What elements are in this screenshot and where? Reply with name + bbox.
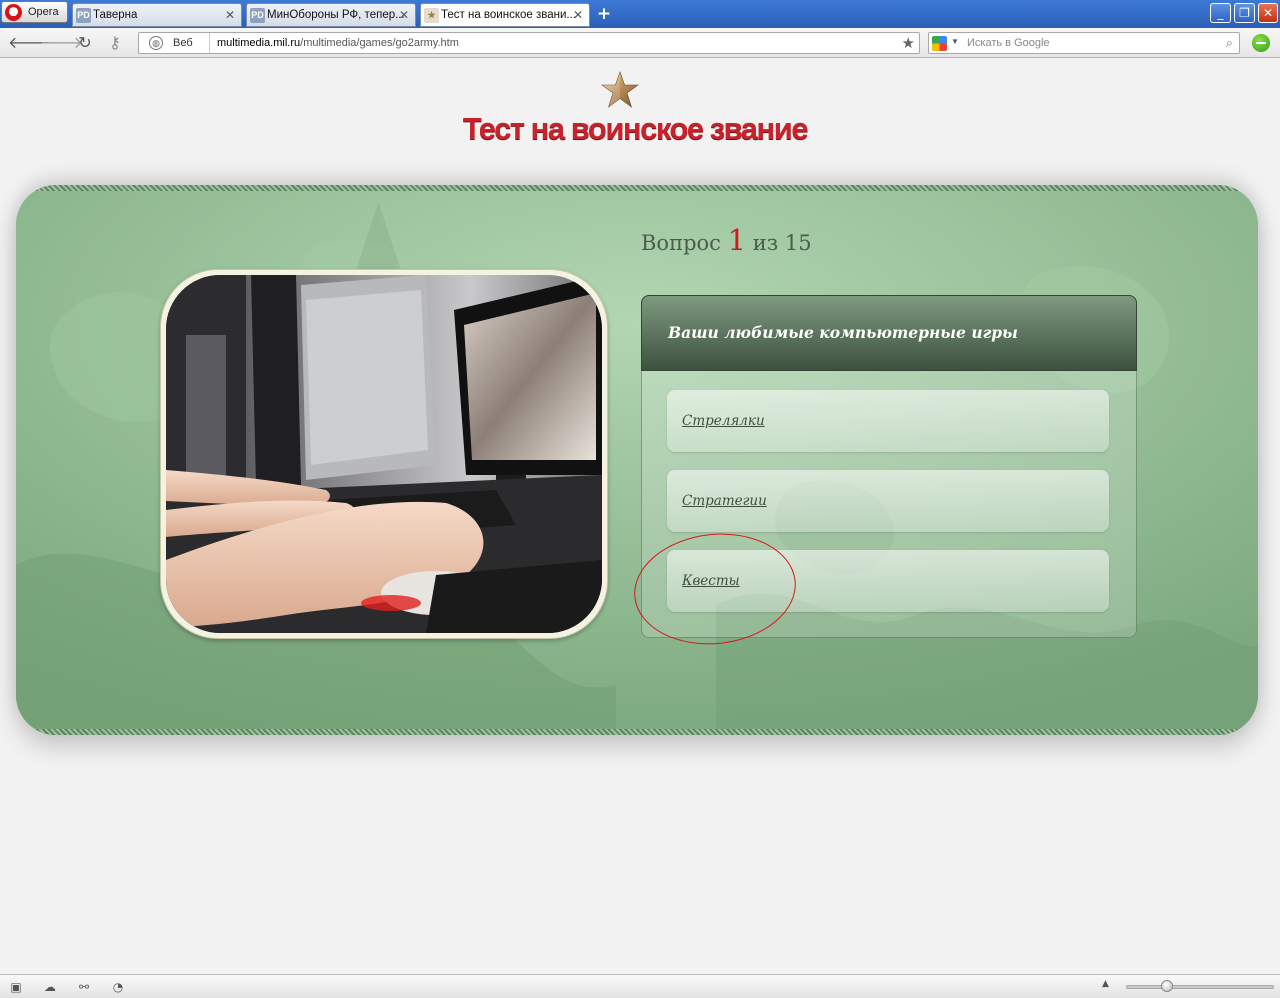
zoom-slider[interactable]	[1126, 985, 1274, 989]
military-star-logo-icon	[601, 71, 639, 108]
top-stripe	[36, 185, 1238, 191]
close-tab-icon[interactable]: ✕	[571, 8, 585, 22]
close-tab-icon[interactable]: ✕	[397, 8, 411, 22]
opera-logo-icon	[5, 4, 22, 21]
tab-label: МинОбороны РФ, тепер...	[267, 9, 405, 21]
answer-label[interactable]: Стрелялки	[682, 413, 765, 429]
question-counter: Вопрос 1 из 15	[641, 223, 812, 257]
url-host: multimedia.mil.ru	[217, 37, 301, 49]
answer-label[interactable]: Стратегии	[682, 493, 767, 509]
question-header: Ваши любимые компьютерные игры	[641, 295, 1137, 371]
question-current: 1	[727, 223, 747, 257]
maximize-button[interactable]: ❐	[1234, 3, 1255, 23]
bookmark-star-icon[interactable]: ★	[902, 34, 915, 52]
search-icon[interactable]: ⌕	[1226, 35, 1233, 51]
answer-option-shooters[interactable]: Стрелялки	[667, 390, 1109, 452]
status-bar: ▣ ☁ ⚯ ◔ ▲	[0, 974, 1280, 998]
navigation-bar: 🡐 🡒 ↻ ⚷ ◍ Веб multimedia.mil.ru/multimed…	[0, 28, 1280, 58]
tab-bar: Opera PD Таверна ✕ PD МинОбороны РФ, теп…	[0, 0, 1280, 28]
star-favicon-icon: ★	[424, 8, 439, 23]
quiz-panel: Вопрос 1 из 15 Ваши любимые компьютерные…	[16, 185, 1258, 735]
globe-icon: ◍	[149, 36, 163, 50]
wand-key-icon[interactable]: ⚷	[104, 33, 126, 53]
pd-favicon-icon: PD	[76, 8, 91, 23]
question-text: Ваши любимые компьютерные игры	[668, 323, 1018, 342]
address-bar[interactable]: ◍ Веб multimedia.mil.ru/multimedia/games…	[138, 32, 920, 54]
question-total: 15	[784, 231, 812, 255]
opera-link-icon[interactable]: ⚯	[76, 979, 92, 995]
url-text[interactable]: multimedia.mil.ru/multimedia/games/go2ar…	[217, 37, 459, 49]
back-arrow-icon[interactable]: 🡐	[8, 33, 51, 53]
bottom-stripe	[36, 729, 1238, 735]
tab-label: Таверна	[93, 9, 138, 21]
search-box[interactable]: ▼ Искать в Google ⌕	[928, 32, 1240, 54]
question-photo-frame	[160, 269, 608, 639]
tab-label: Тест на воинское звани...	[441, 9, 576, 21]
tab-rank-test[interactable]: ★ Тест на воинское звани... ✕	[420, 3, 590, 27]
opera-unite-cloud-icon[interactable]: ☁	[42, 979, 58, 995]
google-logo-icon	[932, 36, 947, 51]
extension-minus-icon[interactable]	[1252, 34, 1270, 52]
reload-icon[interactable]: ↻	[74, 33, 96, 53]
answer-label[interactable]: Квесты	[682, 573, 740, 589]
page-title: Тест на воинское звание	[462, 111, 809, 146]
gamers-photo	[166, 275, 602, 633]
minimize-button[interactable]: _	[1210, 3, 1231, 23]
answer-option-quests[interactable]: Квесты	[667, 550, 1109, 612]
zoom-slider-thumb[interactable]	[1161, 980, 1174, 992]
question-separator: из	[752, 231, 779, 255]
opera-menu-label: Opera	[28, 6, 59, 18]
answer-option-strategies[interactable]: Стратегии	[667, 470, 1109, 532]
address-separator	[209, 33, 210, 53]
address-mode-label: Веб	[173, 37, 193, 49]
page-content: Тест на воинское звание Вопрос 1 из 15 В…	[0, 59, 1280, 974]
turbo-gauge-icon[interactable]: ◔	[110, 979, 126, 995]
search-placeholder: Искать в Google	[967, 37, 1050, 49]
question-prefix: Вопрос	[641, 231, 721, 255]
url-path: /multimedia/games/go2army.htm	[300, 37, 459, 49]
panel-toggle-icon[interactable]: ▣	[8, 979, 24, 995]
new-tab-plus-icon[interactable]: +	[595, 5, 613, 23]
opera-menu-button[interactable]: Opera	[1, 1, 68, 23]
forward-arrow-icon[interactable]: 🡒	[40, 33, 83, 53]
close-window-button[interactable]: ✕	[1258, 3, 1278, 23]
close-tab-icon[interactable]: ✕	[223, 8, 237, 22]
zoom-up-arrow-icon[interactable]: ▲	[1102, 979, 1109, 989]
pd-favicon-icon: PD	[250, 8, 265, 23]
question-box: Ваши любимые компьютерные игры Стрелялки…	[641, 295, 1137, 638]
search-engine-dropdown-icon[interactable]: ▼	[951, 37, 959, 46]
tab-minoborony[interactable]: PD МинОбороны РФ, тепер... ✕	[246, 3, 416, 27]
tab-taverna[interactable]: PD Таверна ✕	[72, 3, 242, 27]
